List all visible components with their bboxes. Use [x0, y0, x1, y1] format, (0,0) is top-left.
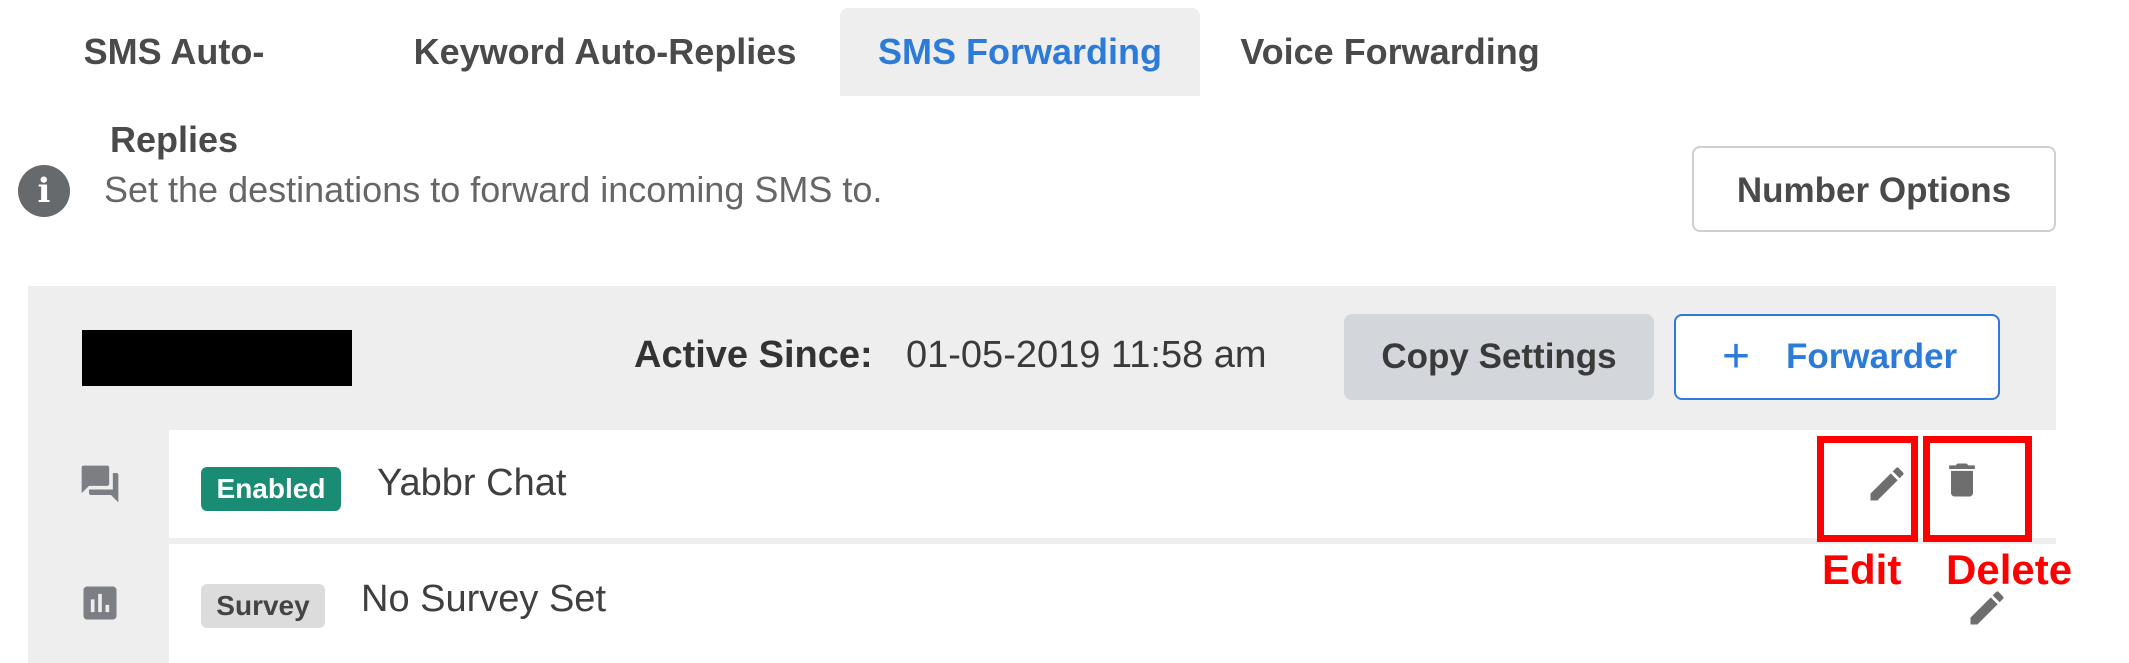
tab-sms-forwarding[interactable]: SMS Forwarding	[840, 8, 1200, 96]
active-since-value: 01-05-2019 11:58 am	[906, 334, 1267, 376]
survey-badge: Survey	[201, 584, 325, 628]
copy-settings-button[interactable]: Copy Settings	[1344, 314, 1654, 400]
forwarding-panel: Active Since: 01-05-2019 11:58 am Copy S…	[28, 286, 2056, 663]
tab-keyword-auto-replies[interactable]: Keyword Auto-Replies	[390, 8, 820, 96]
info-icon: i	[18, 165, 70, 217]
active-since-label: Active Since:	[634, 334, 873, 376]
edit-highlight-box	[1817, 436, 1918, 542]
tab-voice-forwarding[interactable]: Voice Forwarding	[1220, 8, 1560, 96]
survey-name: No Survey Set	[361, 578, 606, 620]
add-forwarder-button[interactable]: + Forwarder	[1674, 314, 2000, 400]
tab-bar: SMS Auto-Replies Keyword Auto-Replies SM…	[0, 8, 1600, 160]
forwarder-row: Enabled Yabbr Chat	[169, 430, 2056, 538]
delete-annotation-label: Delete	[1946, 546, 2073, 593]
tab-sms-auto-replies[interactable]: SMS Auto-Replies	[24, 8, 324, 160]
forwarder-name: Yabbr Chat	[377, 462, 567, 504]
edit-annotation-label: Edit	[1822, 546, 1902, 593]
add-forwarder-label: Forwarder	[1786, 337, 1958, 376]
chat-icon	[81, 465, 119, 503]
info-text: Set the destinations to forward incoming…	[104, 169, 883, 210]
delete-highlight-box	[1923, 436, 2032, 542]
bar-chart-icon	[83, 586, 117, 620]
status-badge: Enabled	[201, 467, 341, 511]
redacted-number	[82, 330, 352, 386]
number-options-button[interactable]: Number Options	[1692, 146, 2056, 232]
info-row: i Set the destinations to forward incomi…	[18, 163, 1918, 223]
plus-icon: +	[1722, 330, 1751, 383]
survey-row: Survey No Survey Set	[169, 544, 2056, 663]
